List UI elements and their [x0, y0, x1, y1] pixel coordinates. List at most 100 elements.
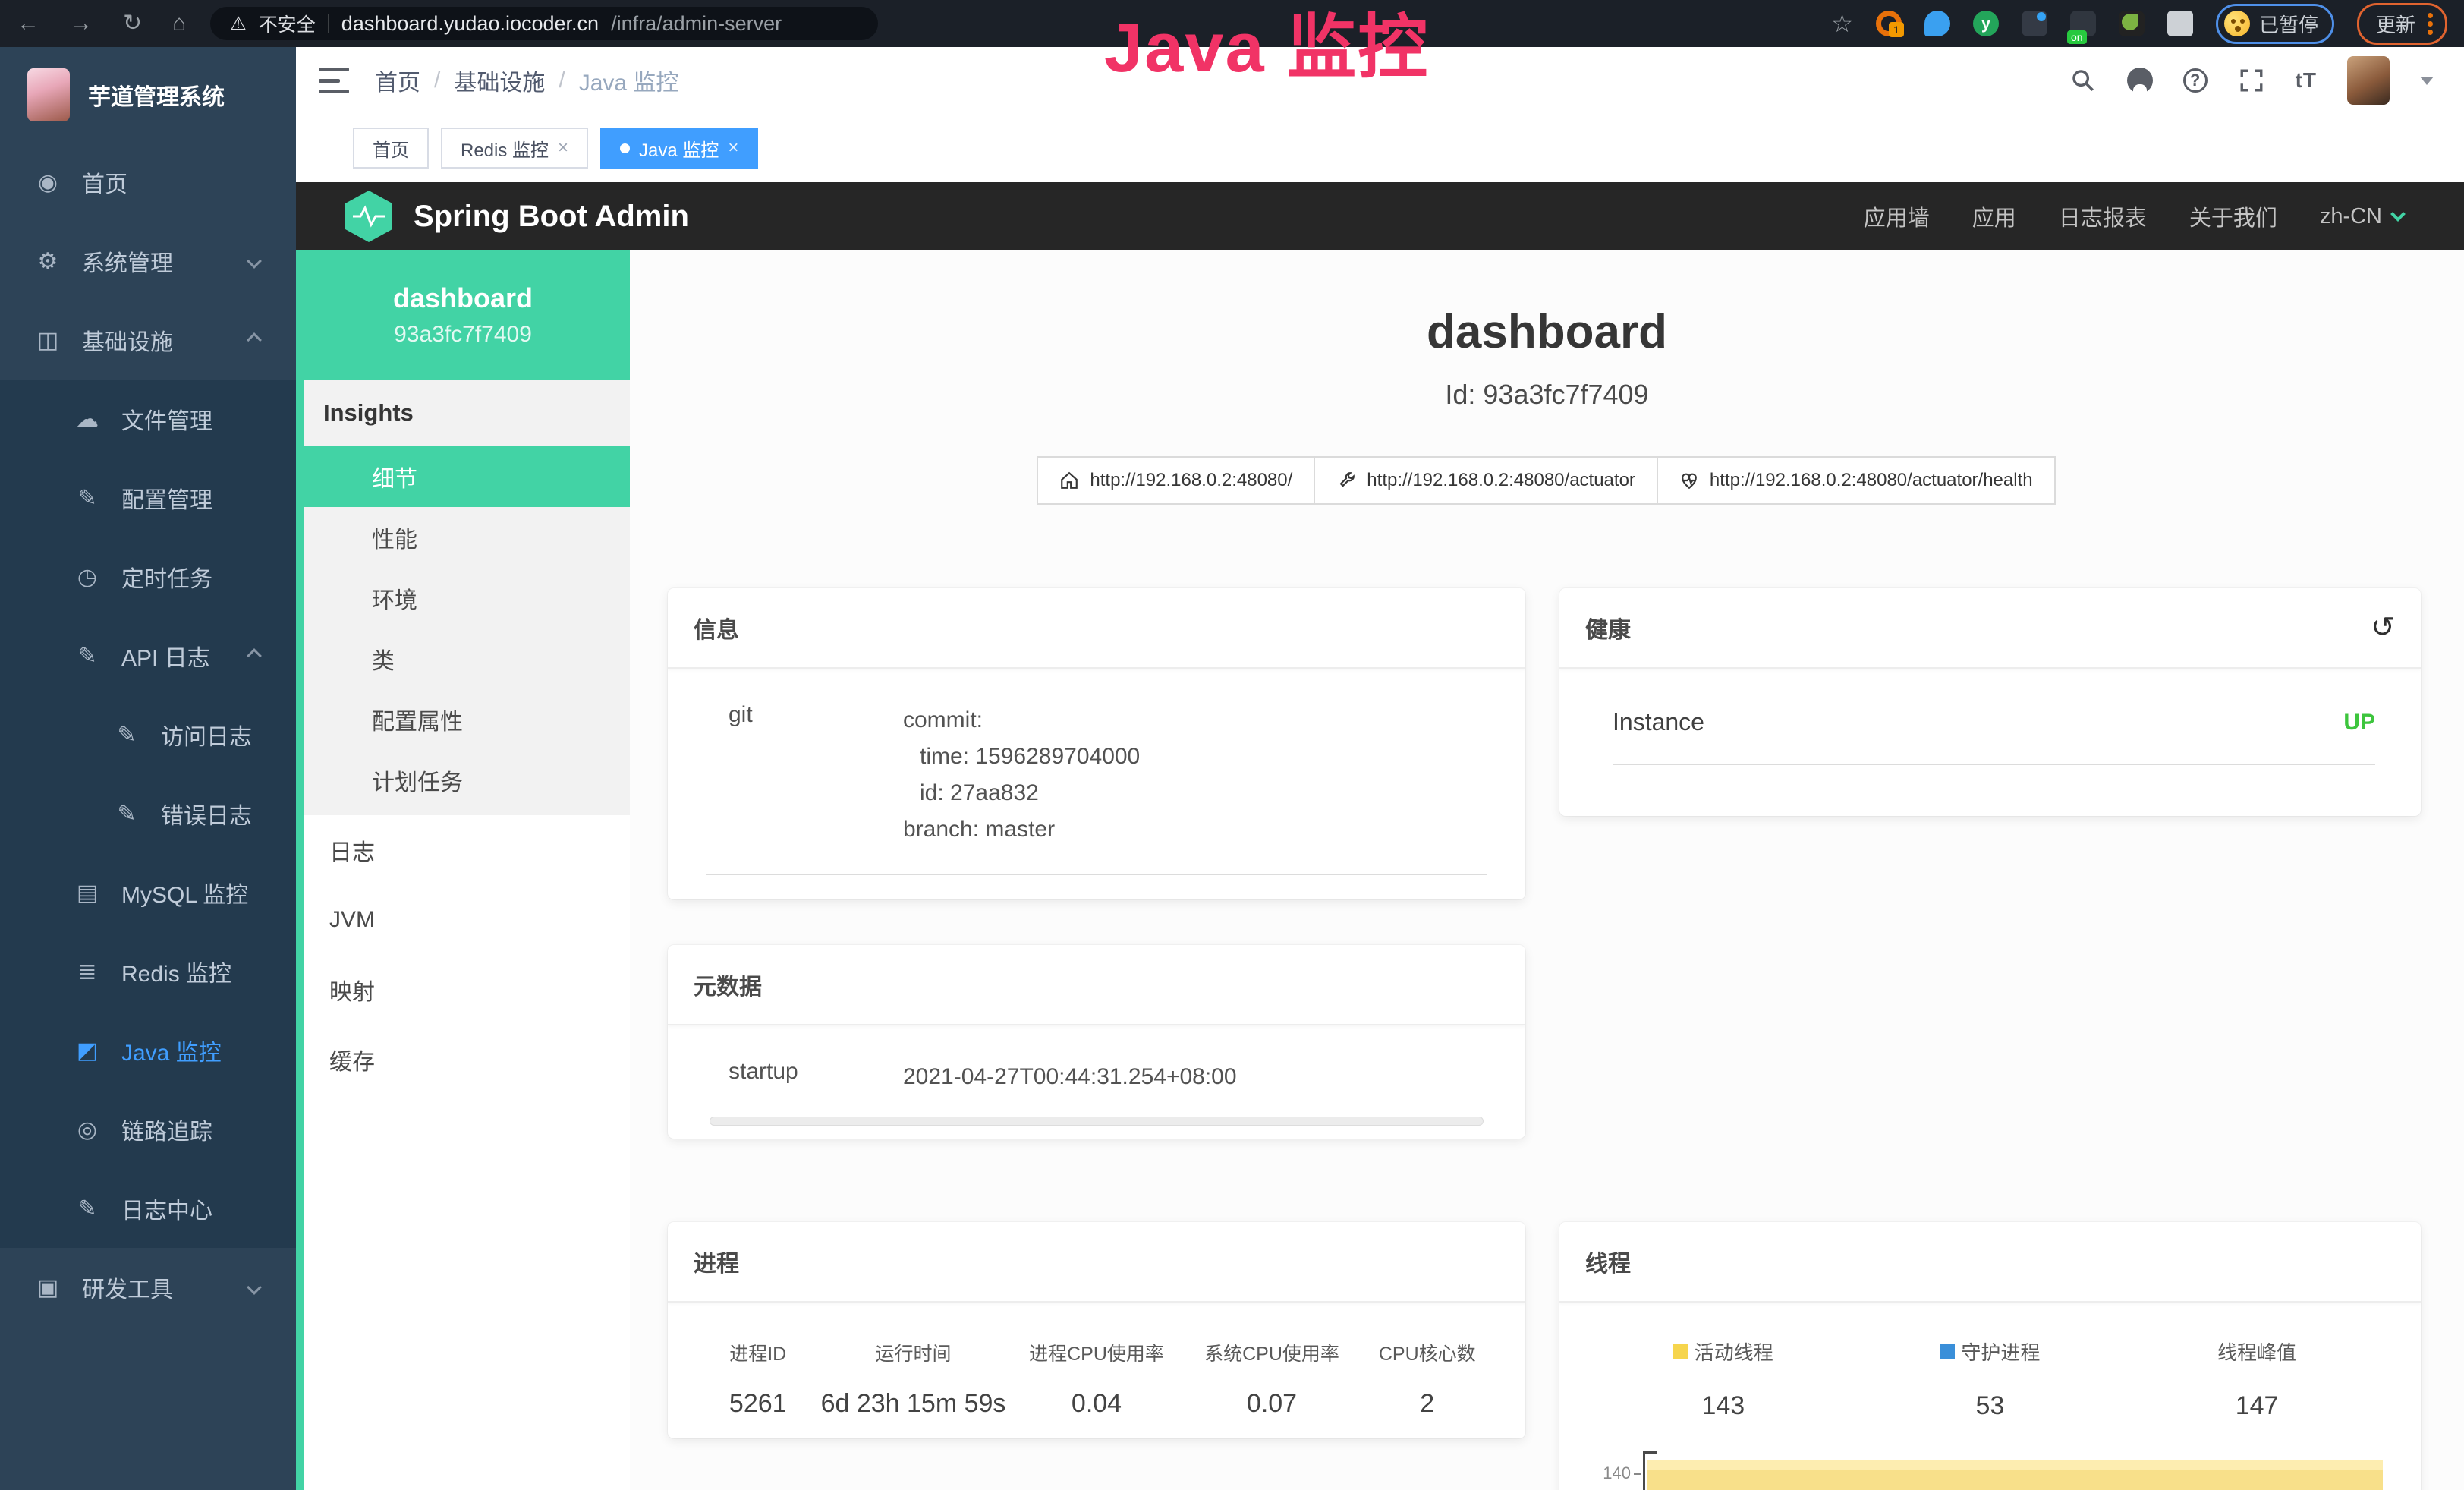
page-title: dashboard [630, 305, 2464, 359]
spring-boot-admin-brand[interactable]: Spring Boot Admin [414, 200, 689, 234]
metric-header: 系统CPU使用率 [1185, 1339, 1360, 1366]
sidebar-item-config-management[interactable]: ✎ 配置管理 [0, 458, 296, 537]
sidebar-item-log-center[interactable]: ✎ 日志中心 [0, 1169, 296, 1248]
instance-details-content: dashboard Id: 93a3fc7f7409 http://192.16… [630, 250, 2464, 1490]
search-icon[interactable] [2069, 67, 2097, 94]
health-instance-row[interactable]: Instance UP [1613, 708, 2375, 765]
tab-bar: 首页 Redis 监控 × Java 监控 × [296, 114, 2464, 182]
wrench-icon [1336, 471, 1356, 490]
forward-icon[interactable]: → [70, 12, 93, 35]
insight-item-environment[interactable]: 环境 [296, 568, 630, 628]
tab-redis-monitor[interactable]: Redis 监控 × [441, 128, 588, 169]
history-icon[interactable]: ↺ [2371, 613, 2395, 642]
extension-icon-leaf[interactable] [2119, 11, 2145, 36]
sidebar-item-redis-monitor[interactable]: ≣ Redis 监控 [0, 932, 296, 1011]
insights-label: Insights [296, 380, 630, 446]
panel-item-logs[interactable]: 日志 [296, 815, 630, 885]
metric-value: 0.07 [1185, 1389, 1360, 1419]
extension-icon-grid[interactable] [2022, 11, 2047, 36]
sidebar-item-mysql-monitor[interactable]: ▤ MySQL 监控 [0, 853, 296, 932]
extension-icon-pin[interactable] [1924, 11, 1950, 36]
extension-icon-y[interactable]: y [1973, 11, 1999, 36]
actuator-url: http://192.168.0.2:48080/actuator [1367, 470, 1635, 491]
toolbox-icon: ▣ [33, 1274, 62, 1301]
status-badge: UP [2343, 710, 2375, 736]
card-title: 信息 [694, 611, 739, 644]
browser-update-button[interactable]: 更新 [2357, 3, 2447, 45]
insight-item-metrics[interactable]: 性能 [296, 507, 630, 568]
sidebar-item-system-management[interactable]: ⚙ 系统管理 [0, 222, 296, 301]
insight-item-scheduled-tasks[interactable]: 计划任务 [296, 750, 630, 811]
close-icon[interactable]: × [728, 137, 738, 159]
breadcrumb-infrastructure[interactable]: 基础设施 [454, 64, 545, 97]
user-avatar[interactable] [2347, 56, 2390, 105]
instance-header[interactable]: dashboard 93a3fc7f7409 [296, 250, 630, 380]
sidebar-item-label: MySQL 监控 [121, 876, 248, 909]
extensions-puzzle-icon[interactable] [2167, 11, 2193, 36]
sidebar-collapse-icon[interactable] [319, 68, 349, 93]
tab-home[interactable]: 首页 [353, 128, 429, 169]
profile-chip[interactable]: 已暂停 [2216, 4, 2334, 44]
sba-locale-select[interactable]: zh-CN [2320, 204, 2403, 229]
insight-item-classes[interactable]: 类 [296, 628, 630, 689]
horizontal-scrollbar[interactable] [710, 1117, 1484, 1126]
extension-icon-orange[interactable]: 1 [1876, 11, 1902, 36]
help-icon[interactable]: ? [2183, 68, 2208, 93]
extension-icon-switch[interactable]: on [2070, 11, 2096, 36]
browser-menu-dots-icon[interactable] [2428, 13, 2433, 35]
sba-nav-about[interactable]: 关于我们 [2189, 200, 2277, 232]
actuator-url-button[interactable]: http://192.168.0.2:48080/actuator [1314, 456, 1658, 505]
extension-badge: 1 [1889, 22, 1904, 37]
reload-icon[interactable]: ↻ [123, 12, 142, 35]
legend-label: 线程峰值 [2217, 1337, 2296, 1366]
app-logo-image [27, 68, 70, 121]
sidebar-item-home[interactable]: ◉ 首页 [0, 143, 296, 222]
close-icon[interactable]: × [558, 137, 568, 159]
legend-label: 活动线程 [1695, 1337, 1773, 1366]
panel-item-label: 缓存 [329, 1043, 375, 1076]
insight-label: 性能 [372, 521, 417, 554]
browser-home-icon[interactable]: ⌂ [172, 12, 186, 35]
sidebar-item-infrastructure[interactable]: ◫ 基础设施 [0, 301, 296, 380]
sidebar-item-scheduled-tasks[interactable]: ◷ 定时任务 [0, 537, 296, 616]
address-bar[interactable]: ⚠ 不安全 dashboard.yudao.iocoder.cn/infra/a… [210, 7, 878, 40]
sidebar-item-file-management[interactable]: ☁ 文件管理 [0, 380, 296, 458]
home-icon [1059, 471, 1079, 490]
user-menu-caret-icon[interactable] [2420, 77, 2434, 85]
breadcrumb-current: Java 监控 [579, 64, 679, 97]
bookmark-star-icon[interactable]: ☆ [1831, 9, 1853, 38]
back-icon[interactable]: ← [17, 12, 39, 35]
sba-nav-journal[interactable]: 日志报表 [2059, 200, 2147, 232]
github-icon[interactable] [2127, 68, 2153, 93]
sidebar-item-error-logs[interactable]: ✎ 错误日志 [0, 774, 296, 853]
url-host: dashboard.yudao.iocoder.cn [341, 12, 599, 36]
sba-nav: 应用墙 应用 日志报表 关于我们 zh-CN [1864, 200, 2403, 232]
browser-nav: ← → ↻ ⌂ [17, 12, 186, 35]
sidebar-item-api-logs[interactable]: ✎ API 日志 [0, 616, 296, 695]
panel-item-caches[interactable]: 缓存 [296, 1025, 630, 1095]
insight-item-details[interactable]: 细节 [296, 446, 630, 507]
update-label: 更新 [2376, 10, 2415, 38]
sba-nav-applications[interactable]: 应用 [1972, 200, 2016, 232]
panel-item-jvm[interactable]: JVM [296, 885, 630, 955]
chevron-down-icon [2390, 206, 2406, 222]
sba-nav-wallboard[interactable]: 应用墙 [1864, 200, 1930, 232]
sidebar-item-tracing[interactable]: ◎ 链路追踪 [0, 1090, 296, 1169]
sidebar-item-java-monitor[interactable]: ◩ Java 监控 [0, 1011, 296, 1090]
sidebar-item-dev-tools[interactable]: ▣ 研发工具 [0, 1248, 296, 1327]
chevron-up-icon [247, 332, 262, 348]
breadcrumb-home[interactable]: 首页 [375, 64, 420, 97]
heartbeat-icon [1679, 471, 1699, 490]
insights-section: Insights 细节 性能 环境 类 配置属性 计划任务 [296, 380, 630, 815]
sidebar-item-access-logs[interactable]: ✎ 访问日志 [0, 695, 296, 774]
service-url-button[interactable]: http://192.168.0.2:48080/ [1037, 456, 1315, 505]
tab-java-monitor[interactable]: Java 监控 × [600, 128, 758, 169]
font-size-icon[interactable]: tT [2296, 68, 2317, 93]
panel-item-mappings[interactable]: 映射 [296, 955, 630, 1025]
health-url-button[interactable]: http://192.168.0.2:48080/actuator/health [1657, 456, 2056, 505]
insight-item-config-props[interactable]: 配置属性 [296, 689, 630, 750]
fullscreen-icon[interactable] [2238, 67, 2265, 94]
process-card: 进程 进程ID 5261 运行时间 6d 23h 15m 59s 进程CPU使用… [668, 1222, 1525, 1438]
instance-url-buttons: http://192.168.0.2:48080/ http://192.168… [630, 456, 2464, 505]
instance-accent-strip [296, 250, 304, 1490]
